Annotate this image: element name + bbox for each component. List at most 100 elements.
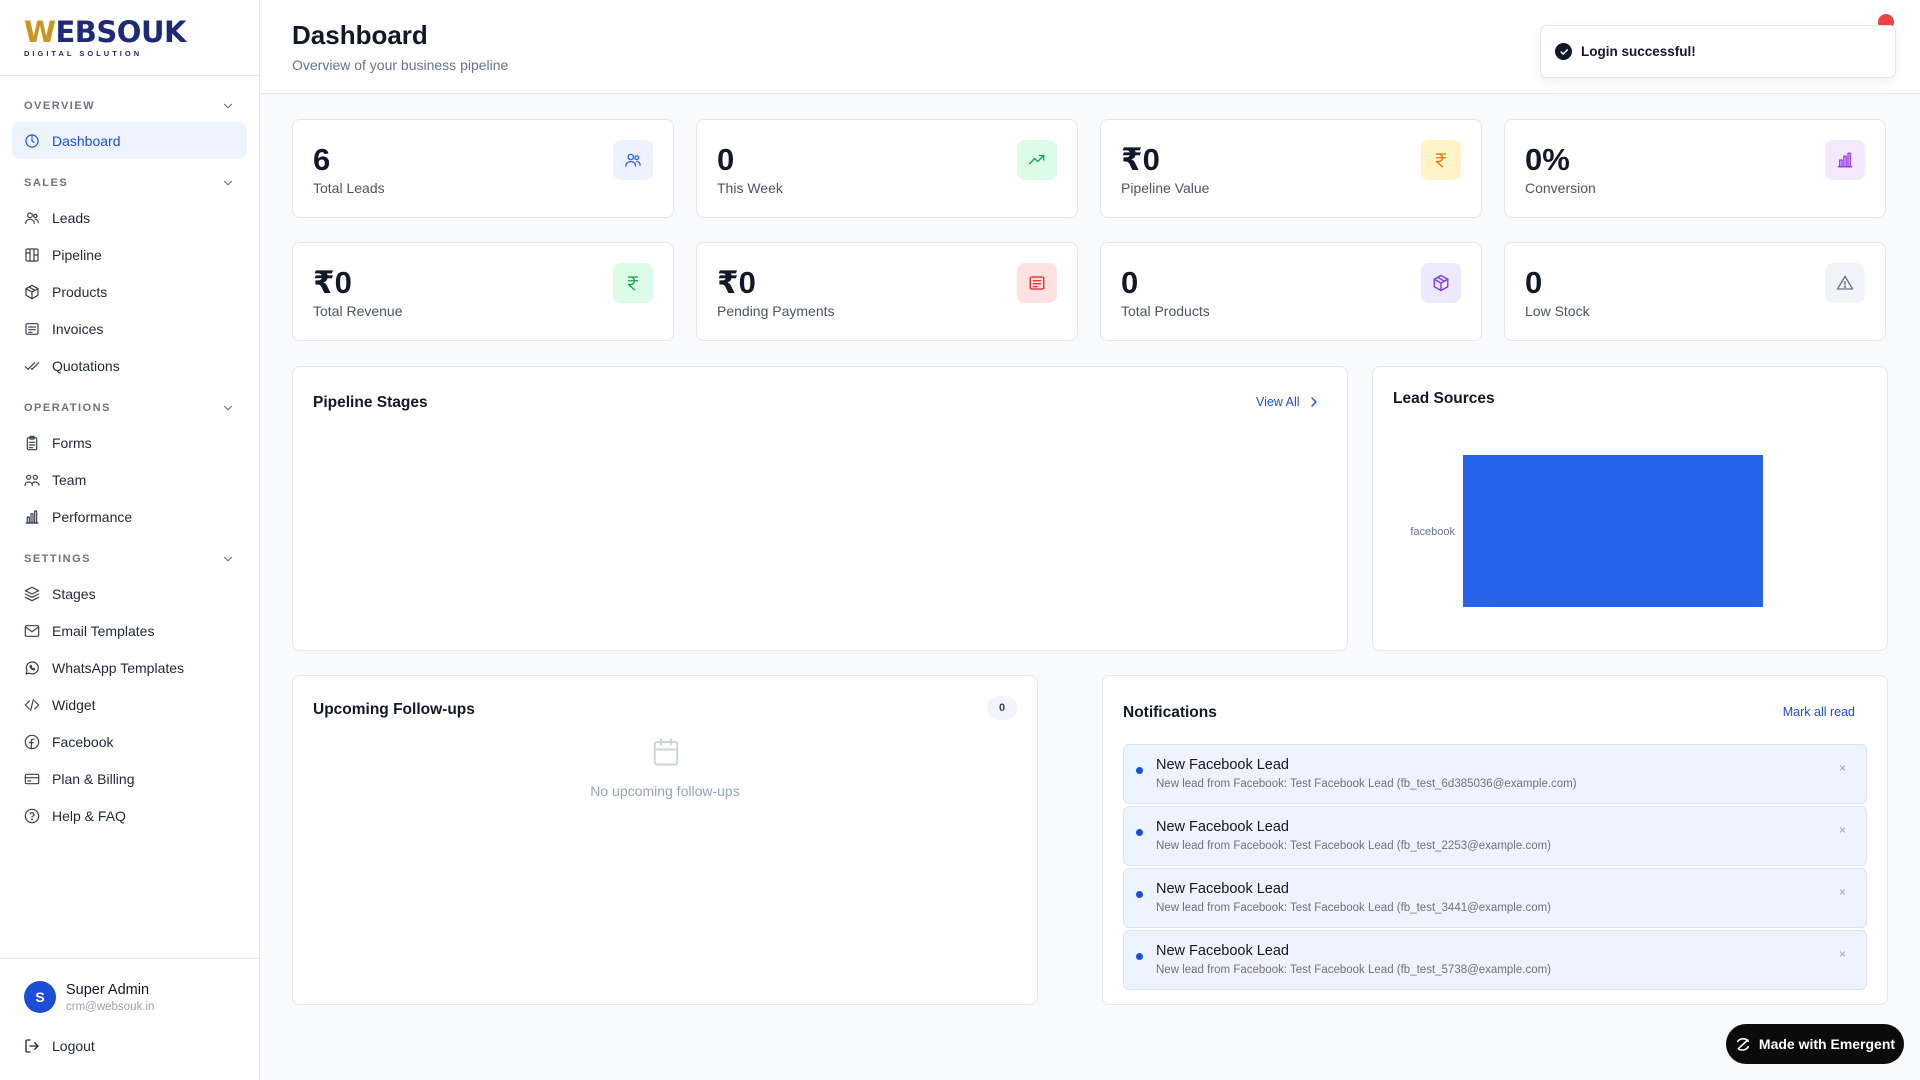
category-tick-label: facebook [1410,526,1455,538]
stat-icon-badge [1421,140,1461,180]
chevron-down-icon[interactable] [221,552,235,566]
stat-icon-badge [1825,140,1865,180]
emergent-label: Made with Emergent [1758,1036,1896,1052]
dismiss-notification-button[interactable]: × [1839,885,1846,899]
sidebar-item-label: Leads [52,209,91,226]
lead-sources-card: Lead Sources facebook [1372,366,1888,651]
stat-icon-badge [1421,263,1461,303]
sidebar-item-label: Facebook [52,733,114,750]
sidebar-item-quotations[interactable]: Quotations [12,347,247,384]
sidebar-item-products[interactable]: Products [12,273,247,310]
sidebar-item-stages[interactable]: Stages [12,575,247,612]
sidebar-section-operations[interactable]: OPERATIONS [12,392,247,424]
stat-label: This Week [717,180,783,196]
stat-label: Total Products [1121,303,1210,319]
main-content: Dashboard Overview of your business pipe… [260,0,1920,1080]
mark-all-read-button[interactable]: Mark all read [1783,705,1855,719]
sidebar-nav: OVERVIEW Dashboard SALES Leads Pipeline Produ… [0,76,259,844]
brand-logo[interactable]: WEBSOUK DIGITAL SOLUTION [0,0,259,76]
stat-value: 0% [1525,142,1570,177]
chevron-down-icon[interactable] [221,176,235,190]
sidebar-section-overview[interactable]: OVERVIEW [12,90,247,122]
sidebar-item-pipeline[interactable]: Pipeline [12,236,247,273]
sidebar-section-title: SALES [24,177,69,189]
stat-label: Total Leads [313,180,385,196]
sidebar-item-invoices[interactable]: Invoices [12,310,247,347]
made-with-emergent-badge[interactable]: Made with Emergent [1726,1024,1904,1064]
package-icon [25,284,39,299]
bar-chart-icon [1837,152,1853,168]
stat-value: 6 [313,142,331,177]
dismiss-notification-button[interactable]: × [1839,947,1846,961]
sidebar-item-widget[interactable]: Widget [12,686,247,723]
users-icon [25,211,39,224]
toast: Login successful! [1540,25,1896,78]
unread-dot [1136,829,1143,836]
sidebar-item-team[interactable]: Team [12,461,247,498]
stat-label: Pending Payments [717,303,835,319]
stat-value: 0 [1525,265,1543,300]
rupee-icon [627,276,639,291]
sidebar-section-settings[interactable]: SETTINGS [12,543,247,575]
view-all-label: View All [1256,395,1300,409]
dismiss-notification-button[interactable]: × [1839,761,1846,775]
notification-item[interactable]: New Facebook Lead New lead from Facebook:… [1123,868,1867,928]
kanban-icon [25,247,39,262]
notification-item[interactable]: New Facebook Lead New lead from Facebook:… [1123,930,1867,990]
team-icon [24,474,40,486]
sidebar-item-forms[interactable]: Forms [12,424,247,461]
notification-description: New lead from Facebook: Test Facebook Le… [1156,964,1552,976]
stat-label: Conversion [1525,180,1596,196]
rupee-icon [1435,153,1447,168]
sidebar-item-plan-billing[interactable]: Plan & Billing [12,760,247,797]
chevron-down-icon[interactable] [221,99,235,113]
receipt-icon [25,322,39,335]
sidebar-item-dashboard[interactable]: Dashboard [12,122,247,159]
sidebar-item-label: Help & FAQ [52,807,126,824]
logout-button[interactable]: Logout [24,1038,235,1054]
sidebar-section-title: OPERATIONS [24,402,111,414]
bar-chart-icon [25,509,39,524]
sidebar-section-sales[interactable]: SALES [12,167,247,199]
notification-item[interactable]: New Facebook Lead New lead from Facebook:… [1123,744,1867,804]
sidebar-item-help-faq[interactable]: Help & FAQ [12,797,247,834]
user-profile[interactable]: S Super Admin crm@websouk.in [24,981,235,1013]
avatar: S [24,981,56,1013]
user-email: crm@websouk.in [66,1000,155,1013]
pipeline-stages-card: Pipeline Stages View All [292,366,1348,651]
sidebar-item-facebook[interactable]: Facebook [12,723,247,760]
stat-card-total-revenue: ₹0 Total Revenue [292,242,674,341]
lead-sources-chart: facebook [1410,455,1763,607]
unread-dot [1136,891,1143,898]
sidebar: WEBSOUK DIGITAL SOLUTION OVERVIEW Dashboa… [0,0,260,1080]
stat-value: ₹0 [313,265,352,300]
sidebar-item-leads[interactable]: Leads [12,199,247,236]
stat-value: ₹0 [717,265,756,300]
chevron-down-icon[interactable] [221,401,235,415]
help-icon [24,808,40,823]
sidebar-item-whatsapp-templates[interactable]: WhatsApp Templates [12,649,247,686]
stat-card-pipeline-value: ₹0 Pipeline Value [1100,119,1482,218]
sidebar-item-label: Pipeline [52,246,102,263]
logo-tagline: DIGITAL SOLUTION [24,48,143,58]
notification-description: New lead from Facebook: Test Facebook Le… [1156,778,1577,790]
notification-title: New Facebook Lead [1156,943,1289,959]
emergent-logo-icon [1736,1038,1750,1051]
followups-empty-text: No upcoming follow-ups [590,783,740,799]
dismiss-notification-button[interactable]: × [1839,823,1846,837]
trending-up-icon [1028,154,1045,165]
stat-label: Pipeline Value [1121,180,1210,196]
stat-label: Total Revenue [313,303,403,319]
notification-title: New Facebook Lead [1156,819,1289,835]
unread-dot [1136,767,1143,774]
sidebar-item-label: Quotations [52,357,120,374]
bar-facebook[interactable] [1463,455,1763,607]
notification-item[interactable]: New Facebook Lead New lead from Facebook:… [1123,806,1867,866]
stat-icon-badge [613,140,653,180]
logo-wordmark: EBSOUK [55,14,187,49]
stat-value: 0 [1121,265,1139,300]
view-all-link[interactable]: View All [1256,394,1322,410]
sidebar-item-email-templates[interactable]: Email Templates [12,612,247,649]
stat-card-this-week: 0 This Week [696,119,1078,218]
sidebar-item-performance[interactable]: Performance [12,498,247,535]
